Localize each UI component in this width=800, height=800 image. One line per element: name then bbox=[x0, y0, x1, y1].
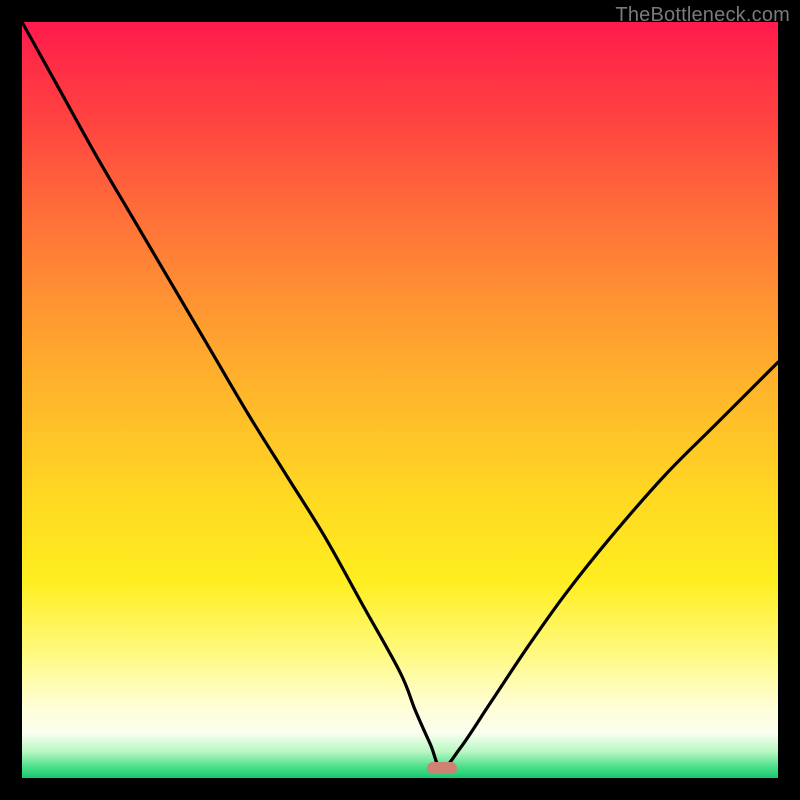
bottleneck-curve bbox=[22, 22, 778, 778]
plot-area bbox=[22, 22, 778, 778]
chart-frame: TheBottleneck.com bbox=[0, 0, 800, 800]
bottleneck-minimum-marker bbox=[427, 762, 457, 774]
